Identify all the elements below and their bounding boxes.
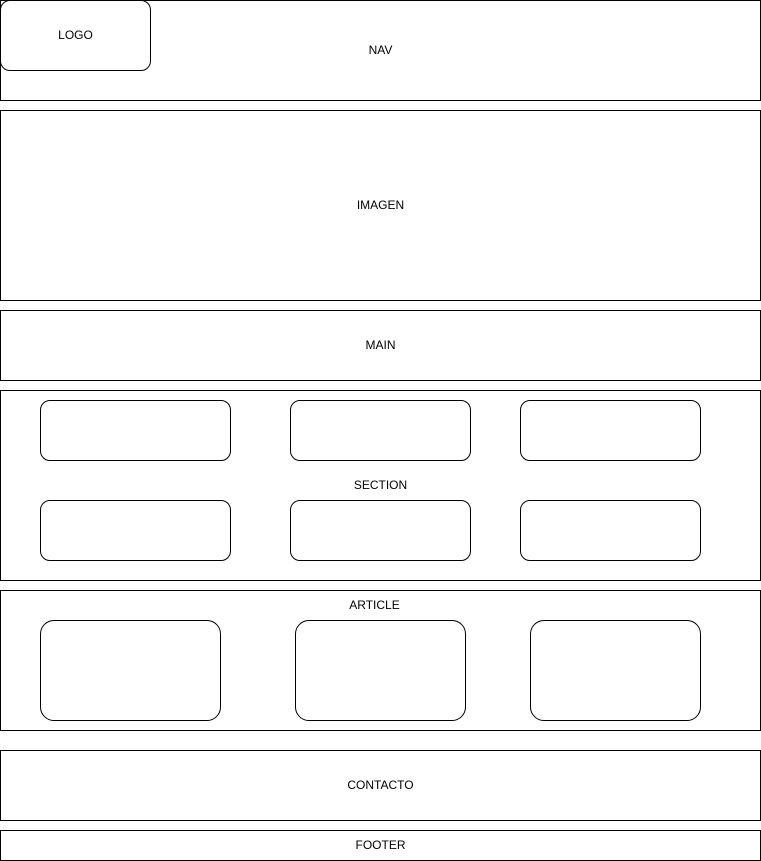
imagen-block: IMAGEN <box>0 110 761 301</box>
main-block: MAIN <box>0 310 761 381</box>
article-card <box>530 620 701 721</box>
contacto-block: CONTACTO <box>0 750 761 821</box>
article-card <box>295 620 466 721</box>
article-card <box>40 620 221 721</box>
section-card <box>290 400 471 461</box>
imagen-label: IMAGEN <box>356 198 405 212</box>
article-label: ARTICLE <box>349 598 400 612</box>
footer-label: FOOTER <box>355 838 406 852</box>
section-card <box>40 500 231 561</box>
main-label: MAIN <box>365 338 396 352</box>
contacto-label: CONTACTO <box>347 778 414 792</box>
section-card <box>520 500 701 561</box>
logo-label: LOGO <box>58 28 93 42</box>
footer-block: FOOTER <box>0 830 761 861</box>
logo-block: LOGO <box>0 0 151 71</box>
section-card <box>290 500 471 561</box>
section-card <box>520 400 701 461</box>
section-card <box>40 400 231 461</box>
section-label: SECTION <box>353 478 408 492</box>
